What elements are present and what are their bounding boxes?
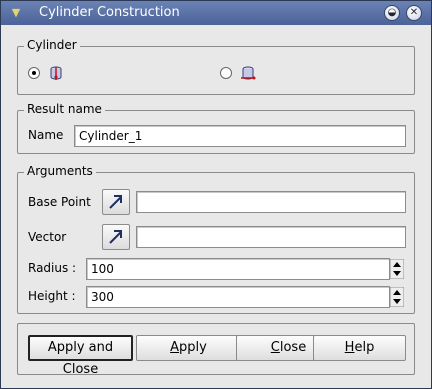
- apply-mnemonic: A: [170, 340, 180, 355]
- radius-input[interactable]: [86, 258, 390, 280]
- apply-and-close-button[interactable]: Apply and Close: [28, 335, 133, 377]
- cylinder-type-radio-1[interactable]: [28, 67, 40, 79]
- base-point-input[interactable]: [136, 191, 406, 213]
- title-bar[interactable]: ▼ Cylinder Construction ◒ ✕: [1, 1, 431, 25]
- apply-label: pply: [179, 340, 207, 355]
- name-label: Name: [28, 128, 64, 142]
- help-mnemonic: H: [344, 340, 355, 355]
- height-input[interactable]: [86, 286, 390, 308]
- apply-button[interactable]: Apply: [136, 335, 241, 361]
- result-name-groupbox: Result name Name: [17, 102, 415, 154]
- cylinder-type-radio-2[interactable]: [220, 67, 232, 79]
- close-label: lose: [279, 340, 307, 355]
- result-name-legend: Result name: [24, 102, 105, 116]
- buttons-frame: Apply and Close Apply Close Help: [17, 323, 415, 377]
- radius-label: Radius :: [28, 261, 77, 275]
- help-label: elp: [354, 340, 375, 355]
- cylinder-base-point-vector-icon: [50, 66, 62, 80]
- minimize-button[interactable]: ◒: [384, 5, 400, 21]
- help-button[interactable]: Help: [313, 335, 406, 361]
- height-spinner[interactable]: [390, 287, 404, 307]
- cylinder-plane-icon: [241, 66, 256, 80]
- vector-input[interactable]: [136, 226, 406, 248]
- base-point-select-button[interactable]: [102, 189, 130, 215]
- cylinder-groupbox: Cylinder: [17, 38, 415, 95]
- base-point-label: Base Point: [28, 195, 91, 209]
- arguments-groupbox: Arguments Base Point Vector Radius : Hei…: [17, 164, 415, 314]
- name-input[interactable]: [74, 125, 406, 147]
- cylinder-group-legend: Cylinder: [24, 38, 80, 52]
- cylinder-construction-dialog: ▼ Cylinder Construction ◒ ✕ Cylinder Res…: [0, 0, 432, 389]
- window-title: Cylinder Construction: [39, 5, 180, 20]
- vector-label: Vector: [28, 230, 67, 244]
- select-arrow-icon: [109, 195, 122, 209]
- select-arrow-icon: [109, 230, 122, 244]
- arguments-legend: Arguments: [24, 164, 96, 178]
- height-label: Height :: [28, 289, 76, 303]
- app-menu-icon[interactable]: ▼: [9, 6, 23, 20]
- close-window-button[interactable]: ✕: [406, 5, 422, 21]
- close-mnemonic: C: [270, 340, 280, 355]
- vector-select-button[interactable]: [102, 224, 130, 250]
- radius-spinner[interactable]: [390, 259, 404, 279]
